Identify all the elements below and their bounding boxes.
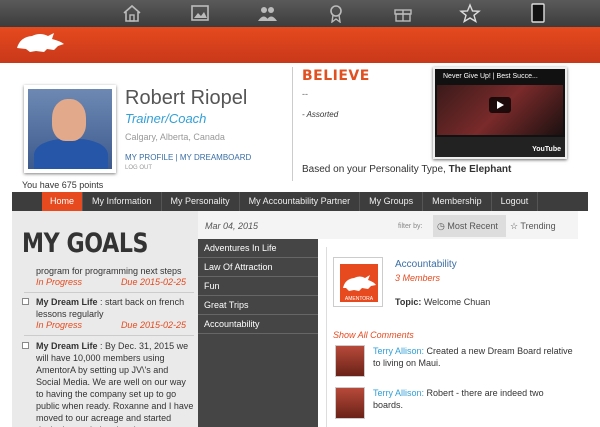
comment-author[interactable]: Terry Allison:	[373, 346, 424, 356]
goal-checkbox[interactable]	[22, 342, 29, 349]
avatar[interactable]	[335, 387, 365, 419]
profile-location: Calgary, Alberta, Canada	[125, 132, 225, 142]
goal-item: My Dream Life : By Dec. 31, 2015 we will…	[22, 340, 194, 427]
personality-type: Based on your Personality Type, The Elep…	[302, 164, 512, 175]
video-title: Never Give Up! | Best Succe...	[443, 73, 538, 80]
nav-my-information[interactable]: My Information	[83, 192, 162, 211]
nav-my-groups[interactable]: My Groups	[360, 192, 424, 211]
group-name[interactable]: Accountability	[395, 259, 457, 270]
goal-status: In Progress	[36, 277, 83, 287]
youtube-logo[interactable]: YouTube	[532, 146, 561, 153]
group-card: AMENTORA Accountability 3 Members Topic:…	[326, 247, 576, 427]
goal-due: Due 2015-02-25	[120, 277, 186, 287]
filter-label: filter by:	[398, 223, 423, 230]
comment-author[interactable]: Terry Allison:	[373, 388, 424, 398]
goal-checkbox[interactable]	[22, 298, 29, 305]
group-logo[interactable]: AMENTORA	[333, 257, 383, 307]
group-category-list: Adventures In Life Law Of Attraction Fun…	[198, 239, 318, 427]
goals-title: MY GOALS	[22, 228, 149, 259]
goal-item: My Dream Life : start back on french les…	[22, 296, 194, 320]
avatar	[24, 85, 116, 173]
home-icon[interactable]	[121, 3, 143, 23]
profile-links: MY PROFILE | MY DREAMBOARD	[125, 153, 252, 162]
comment: Terry Allison: Created a new Dream Board…	[373, 345, 573, 369]
video-player[interactable]: Never Give Up! | Best Succe... YouTube	[433, 67, 567, 159]
nav-my-personality[interactable]: My Personality	[162, 192, 240, 211]
profile-section: Robert Riopel Trainer/Coach Calgary, Alb…	[12, 63, 588, 192]
profile-name: Robert Riopel	[125, 87, 248, 109]
group-topic: Topic: Welcome Chuan	[395, 297, 491, 307]
nav-logout[interactable]: Logout	[492, 192, 539, 211]
photo-icon[interactable]	[189, 3, 211, 23]
log-out-link[interactable]: LOG OUT	[125, 165, 152, 171]
my-dreamboard-link[interactable]: MY DREAMBOARD	[180, 153, 251, 162]
tab-trending[interactable]: ☆ Trending	[510, 215, 570, 237]
gift-icon[interactable]	[392, 3, 414, 23]
group-logo-text: AMENTORA	[345, 296, 374, 302]
points-count: You have 675 points	[22, 180, 104, 190]
goals-panel: MY GOALS program for programming next st…	[12, 211, 198, 427]
people-icon[interactable]	[256, 3, 278, 23]
comment: Terry Allison: Robert - there are indeed…	[373, 387, 573, 411]
goal-status: In Progress	[36, 320, 83, 330]
personality-type-name: The Elephant	[448, 164, 512, 175]
my-profile-link[interactable]: MY PROFILE	[125, 153, 173, 162]
separator	[24, 292, 194, 293]
category-fun[interactable]: Fun	[198, 277, 318, 296]
goal-meta: In Progress Due 2015-02-25	[36, 320, 186, 330]
goal-meta: In Progress Due 2015-02-25	[36, 277, 186, 287]
goal-due: Due 2015-02-25	[120, 320, 186, 330]
profile-role: Trainer/Coach	[125, 111, 207, 126]
separator	[24, 335, 194, 336]
brand-header	[0, 27, 600, 63]
quote-text: --	[302, 89, 308, 99]
category-law-of-attraction[interactable]: Law Of Attraction	[198, 258, 318, 277]
nav-membership[interactable]: Membership	[423, 192, 492, 211]
group-members[interactable]: 3 Members	[395, 273, 440, 283]
avatar[interactable]	[335, 345, 365, 377]
rhino-logo-icon[interactable]	[14, 30, 68, 57]
main-nav: Home My Information My Personality My Ac…	[12, 192, 588, 211]
quote-title: BELIEVE	[302, 68, 370, 84]
play-icon[interactable]	[489, 97, 511, 113]
tab-most-recent[interactable]: ◷ Most Recent	[433, 215, 506, 237]
category-accountability[interactable]: Accountability	[198, 315, 318, 334]
goal-item: program for programming next steps	[36, 266, 182, 276]
top-icon-bar	[0, 0, 600, 27]
star-icon: ☆	[510, 221, 519, 231]
star-icon[interactable]	[459, 3, 481, 24]
feed-date: Mar 04, 2015	[205, 221, 259, 231]
feed-filter-bar: Mar 04, 2015 filter by: ◷ Most Recent ☆ …	[198, 211, 578, 239]
tablet-icon[interactable]	[527, 3, 549, 23]
show-all-comments-link[interactable]: Show All Comments	[333, 330, 414, 340]
category-adventures-in-life[interactable]: Adventures In Life	[198, 239, 318, 258]
nav-home[interactable]: Home	[42, 192, 84, 211]
award-icon[interactable]	[325, 3, 347, 24]
quote-author: - Assorted	[302, 110, 339, 119]
clock-icon: ◷	[437, 221, 445, 231]
nav-accountability-partner[interactable]: My Accountability Partner	[240, 192, 361, 211]
group-feed: AMENTORA Accountability 3 Members Topic:…	[318, 239, 582, 427]
category-great-trips[interactable]: Great Trips	[198, 296, 318, 315]
divider	[292, 67, 293, 181]
